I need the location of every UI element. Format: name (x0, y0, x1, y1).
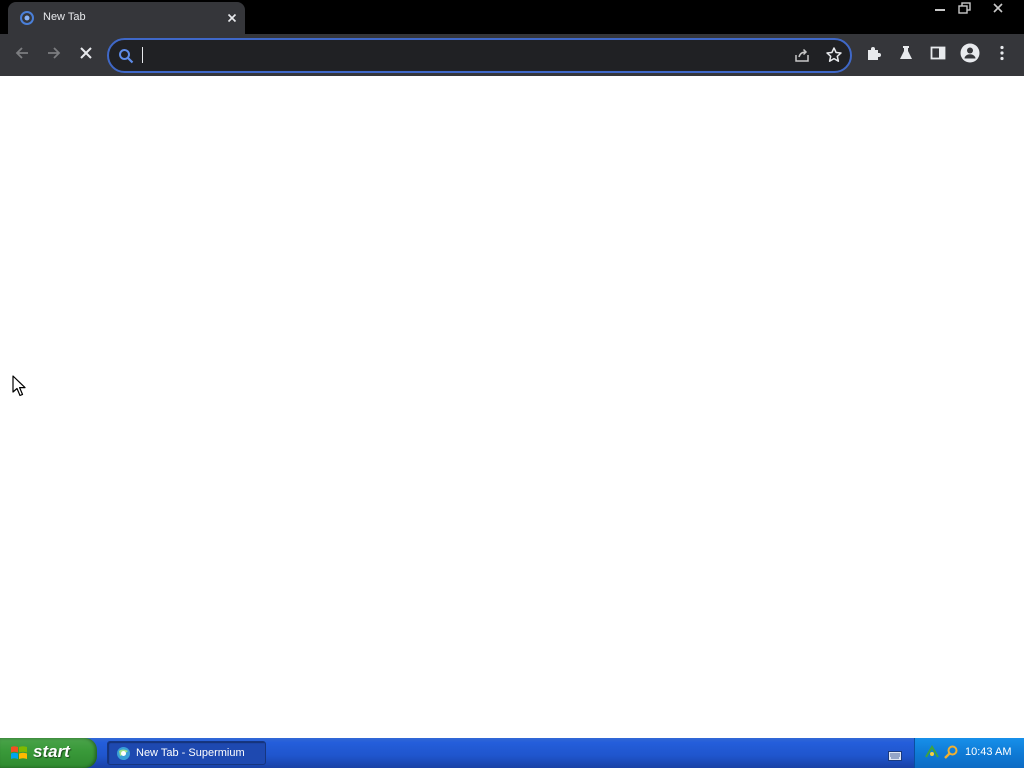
start-button[interactable]: start (0, 738, 97, 768)
browser-tab-strip: New Tab (0, 0, 1024, 34)
side-panel-icon (929, 44, 947, 67)
extensions-button[interactable] (858, 39, 890, 71)
minimize-button[interactable] (928, 0, 952, 18)
keyboard-icon[interactable] (888, 748, 902, 761)
arrow-right-icon (45, 44, 63, 67)
clock: 10:43 AM (965, 746, 1012, 758)
profile-button[interactable] (954, 39, 986, 71)
tab-close-icon[interactable] (224, 10, 240, 26)
arrow-left-icon (13, 44, 31, 67)
start-label: start (33, 742, 70, 761)
supermium-logo-icon (116, 746, 131, 761)
puzzle-icon (865, 44, 883, 67)
system-tray: 10:43 AM (914, 738, 1024, 768)
bookmark-button[interactable] (823, 46, 845, 68)
tab-title: New Tab (43, 11, 86, 23)
menu-button[interactable] (986, 39, 1018, 71)
search-icon[interactable] (943, 744, 959, 760)
page-content (0, 76, 1024, 738)
omnibox[interactable] (107, 38, 852, 73)
search-icon (118, 48, 134, 64)
star-icon (825, 46, 843, 69)
more-vert-icon (993, 44, 1011, 67)
omnibox-input[interactable] (141, 44, 781, 68)
share-button[interactable] (791, 46, 813, 68)
forward-button[interactable] (38, 39, 70, 71)
person-icon (960, 43, 980, 68)
windows-logo-icon (10, 745, 28, 761)
side-panel-button[interactable] (922, 39, 954, 71)
stop-button[interactable] (70, 39, 102, 71)
close-icon (77, 44, 95, 67)
labs-button[interactable] (890, 39, 922, 71)
back-button[interactable] (6, 39, 38, 71)
mouse-cursor-icon (12, 375, 28, 402)
network-icon[interactable] (924, 744, 940, 760)
flask-icon (897, 44, 915, 67)
text-caret (142, 47, 143, 63)
share-icon (793, 46, 811, 69)
taskbar-item-supermium[interactable]: New Tab - Supermium (107, 741, 266, 765)
taskbar-item-label: New Tab - Supermium (136, 747, 245, 759)
tab-new-tab[interactable]: New Tab (8, 2, 245, 34)
window-close-button[interactable] (980, 0, 1016, 18)
taskbar: start New Tab - Supermium 10:43 AM (0, 738, 1024, 768)
restore-button[interactable] (953, 0, 977, 18)
supermium-logo-icon (20, 11, 34, 25)
